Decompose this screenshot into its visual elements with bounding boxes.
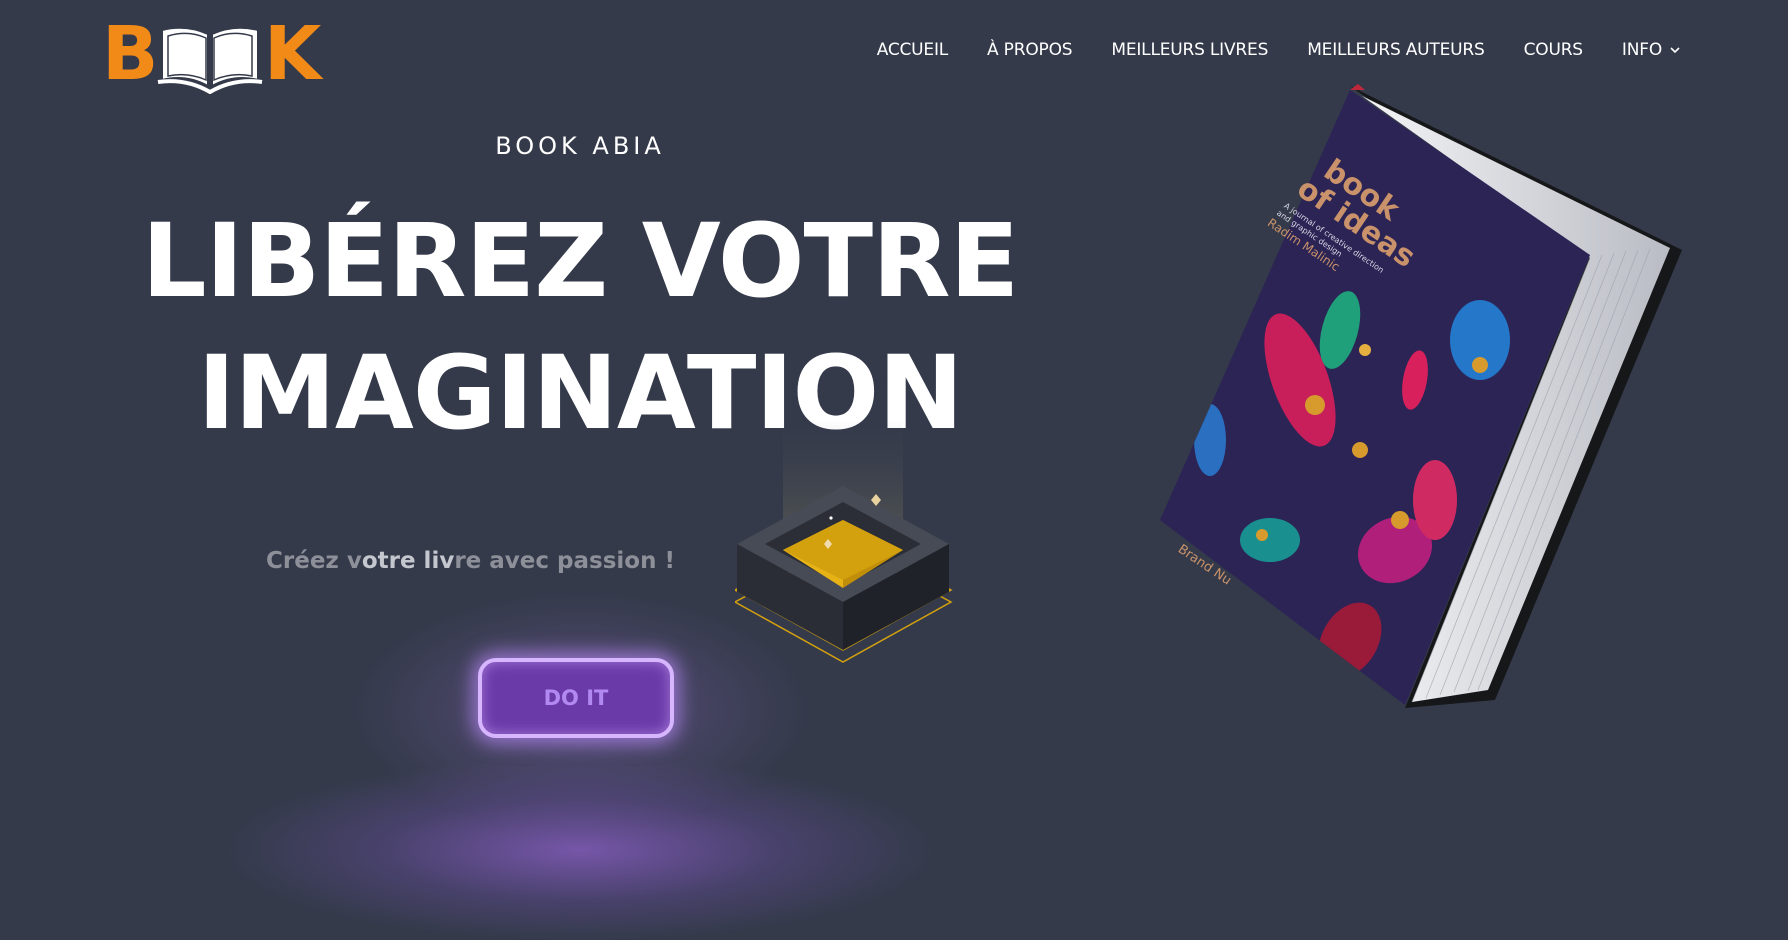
nav-item-info[interactable]: INFO (1622, 40, 1680, 60)
main-nav: ACCUEIL À PROPOS MEILLEURS LIVRES MEILLE… (838, 40, 1680, 60)
logo-letter-b: B (102, 11, 159, 97)
bottom-glow (230, 760, 930, 940)
nav-item-meilleurs-auteurs[interactable]: MEILLEURS AUTEURS (1307, 40, 1485, 60)
nav-item-a-propos[interactable]: À PROPOS (987, 40, 1073, 60)
do-it-button[interactable]: DO IT (478, 658, 674, 738)
hero-eyebrow: BOOK ABIA (495, 132, 665, 160)
tagline-part-2: otre liv (361, 548, 455, 574)
nav-item-accueil[interactable]: ACCUEIL (876, 40, 949, 60)
nav-item-label: À PROPOS (987, 40, 1073, 60)
chevron-down-icon (1670, 47, 1680, 54)
open-book-icon (157, 26, 263, 94)
tagline-part-3: re avec passion ! (454, 548, 675, 574)
hero-tagline: Créez votre livre avec passion ! (266, 548, 675, 574)
tagline-part-1: Créez v (266, 548, 362, 574)
logo-letter-k: K (264, 11, 322, 97)
headline-line-1: LIBÉREZ VOTRE (141, 202, 1020, 321)
nav-item-label: COURS (1523, 40, 1584, 60)
nav-item-cours[interactable]: COURS (1523, 40, 1584, 60)
isometric-pyramid-illustration (735, 420, 953, 663)
nav-item-label: ACCUEIL (876, 40, 949, 60)
nav-item-label: MEILLEURS AUTEURS (1307, 40, 1485, 60)
nav-item-label: MEILLEURS LIVRES (1111, 40, 1269, 60)
nav-item-label: INFO (1621, 40, 1662, 60)
book-of-ideas-illustration: book of ideas A journal of creative dire… (1160, 84, 1682, 708)
nav-item-meilleurs-livres[interactable]: MEILLEURS LIVRES (1111, 40, 1268, 60)
site-logo[interactable]: B K (102, 14, 338, 94)
